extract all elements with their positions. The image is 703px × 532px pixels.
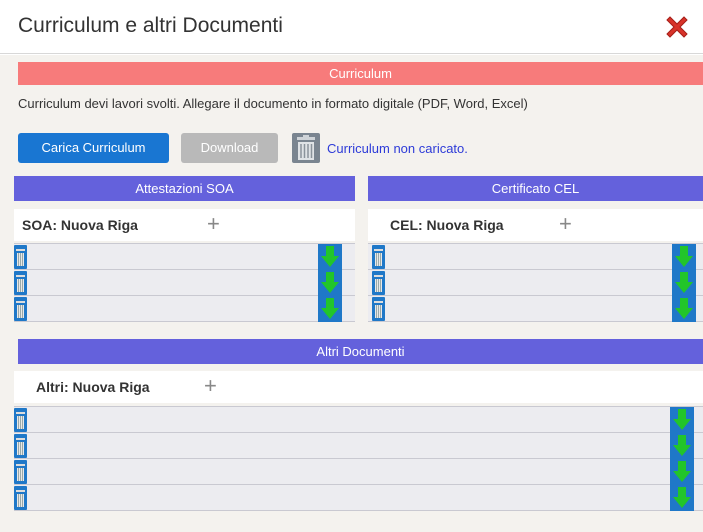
- soa-add-row: SOA: Nuova Riga +: [14, 209, 355, 241]
- row-download-icon[interactable]: [318, 244, 342, 270]
- row-trash-icon[interactable]: [14, 271, 27, 295]
- curriculum-description: Curriculum devi lavori svolti. Allegare …: [18, 96, 528, 111]
- row-trash-icon[interactable]: [14, 408, 27, 432]
- cel-grid: [368, 243, 703, 322]
- table-row: [368, 296, 703, 322]
- table-row: [14, 296, 355, 322]
- table-row: [14, 433, 703, 459]
- cel-add-plus-icon[interactable]: +: [559, 212, 572, 236]
- soa-add-plus-icon[interactable]: +: [207, 212, 220, 236]
- cel-add-label: CEL: Nuova Riga: [390, 217, 504, 233]
- row-download-icon[interactable]: [670, 485, 694, 511]
- dialog-title: Curriculum e altri Documenti: [18, 14, 283, 37]
- table-row: [14, 485, 703, 511]
- row-download-icon[interactable]: [670, 433, 694, 459]
- trash-icon[interactable]: [291, 132, 321, 164]
- row-download-icon[interactable]: [318, 270, 342, 296]
- curriculum-status: Curriculum non caricato.: [327, 141, 468, 156]
- row-trash-icon[interactable]: [372, 271, 385, 295]
- curriculum-header: Curriculum: [18, 62, 703, 85]
- altri-grid: [14, 406, 703, 511]
- row-download-icon[interactable]: [670, 407, 694, 433]
- table-row: [14, 407, 703, 433]
- row-download-icon[interactable]: [672, 270, 696, 296]
- upload-curriculum-button[interactable]: Carica Curriculum: [18, 133, 169, 163]
- soa-header: Attestazioni SOA: [14, 176, 355, 201]
- row-download-icon[interactable]: [672, 244, 696, 270]
- close-icon[interactable]: [662, 12, 692, 42]
- cel-add-row: CEL: Nuova Riga +: [368, 209, 703, 241]
- row-trash-icon[interactable]: [372, 245, 385, 269]
- download-button[interactable]: Download: [181, 133, 278, 163]
- altri-add-label: Altri: Nuova Riga: [36, 379, 150, 395]
- table-row: [14, 270, 355, 296]
- row-trash-icon[interactable]: [14, 460, 27, 484]
- altri-add-plus-icon[interactable]: +: [204, 374, 217, 398]
- row-download-icon[interactable]: [318, 296, 342, 322]
- row-trash-icon[interactable]: [14, 486, 27, 510]
- row-trash-icon[interactable]: [14, 434, 27, 458]
- table-row: [368, 244, 703, 270]
- altri-add-row: Altri: Nuova Riga +: [14, 371, 703, 403]
- row-download-icon[interactable]: [670, 459, 694, 485]
- row-trash-icon[interactable]: [372, 297, 385, 321]
- altri-header: Altri Documenti: [18, 339, 703, 364]
- table-row: [14, 244, 355, 270]
- dialog-titlebar: Curriculum e altri Documenti: [0, 0, 703, 54]
- table-row: [368, 270, 703, 296]
- row-trash-icon[interactable]: [14, 297, 27, 321]
- soa-add-label: SOA: Nuova Riga: [22, 217, 138, 233]
- cel-header: Certificato CEL: [368, 176, 703, 201]
- row-trash-icon[interactable]: [14, 245, 27, 269]
- row-download-icon[interactable]: [672, 296, 696, 322]
- table-row: [14, 459, 703, 485]
- soa-grid: [14, 243, 355, 322]
